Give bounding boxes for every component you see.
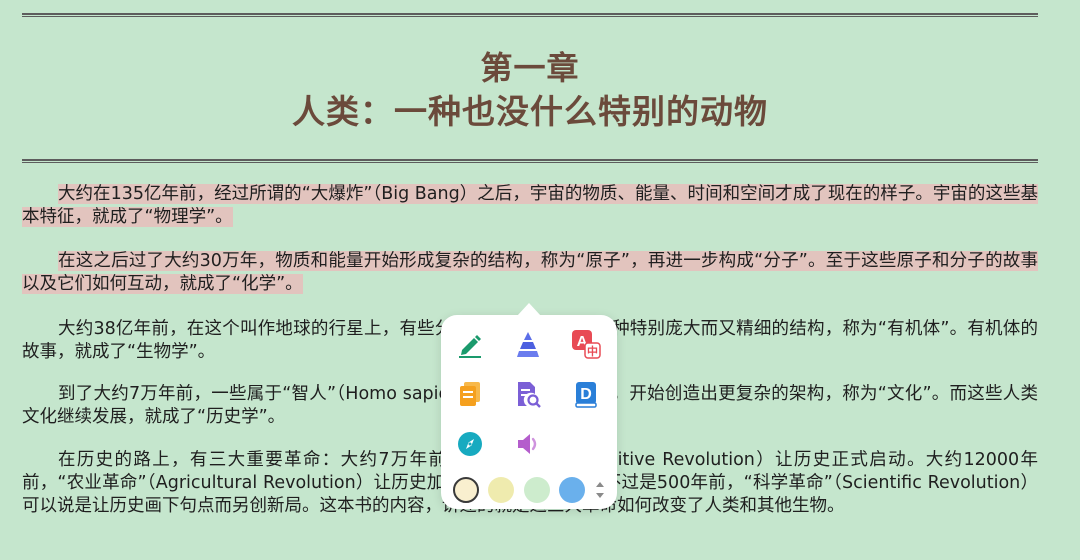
top-divider xyxy=(22,13,1038,17)
color-swatch-yellow[interactable] xyxy=(488,477,514,503)
search-document-icon xyxy=(518,382,541,408)
paragraph-2[interactable]: 在这之后过了大约30万年，物质和能量开始形成复杂的结构，称为“原子”，再进一步构… xyxy=(22,250,1038,296)
highlighted-text[interactable]: 在这之后过了大约30万年，物质和能量开始形成复杂的结构，称为“原子”，再进一步构… xyxy=(22,251,1038,294)
svg-text:D: D xyxy=(580,386,592,403)
compass-button[interactable] xyxy=(453,427,487,461)
translate-icon: A 中 xyxy=(572,330,601,359)
dictionary-icon: D xyxy=(575,382,597,408)
copy-icon xyxy=(460,382,480,406)
bottom-divider xyxy=(22,159,1038,163)
copy-button[interactable] xyxy=(453,377,487,411)
search-document-button[interactable] xyxy=(511,377,545,411)
chapter-title: 人类：一种也没什么特别的动物 xyxy=(292,92,768,131)
popup-pointer xyxy=(517,303,541,316)
stack-button[interactable] xyxy=(511,327,545,361)
read-aloud-button[interactable] xyxy=(511,427,545,461)
selection-toolbar-popup: A 中 D xyxy=(441,303,617,509)
color-swatch-cream[interactable] xyxy=(453,477,479,503)
dictionary-button[interactable]: D xyxy=(569,377,603,411)
color-swatch-blue[interactable] xyxy=(559,477,585,503)
translate-button[interactable]: A 中 xyxy=(569,327,603,361)
paragraph-1[interactable]: 大约在135亿年前，经过所谓的“大爆炸”（Big Bang）之后，宇宙的物质、能… xyxy=(22,183,1038,229)
more-colors-arrows-icon[interactable] xyxy=(594,479,606,501)
highlighted-text[interactable]: 大约在135亿年前，经过所谓的“大爆炸”（Big Bang）之后，宇宙的物质、能… xyxy=(22,184,1038,227)
compass-icon xyxy=(458,432,482,456)
svg-text:中: 中 xyxy=(587,344,598,358)
highlight-button[interactable] xyxy=(453,327,487,361)
chapter-number: 第一章 xyxy=(480,49,580,87)
color-swatch-green[interactable] xyxy=(524,477,550,503)
highlight-pen-icon xyxy=(459,335,481,358)
speaker-icon xyxy=(518,434,537,454)
stack-icon xyxy=(517,332,539,357)
